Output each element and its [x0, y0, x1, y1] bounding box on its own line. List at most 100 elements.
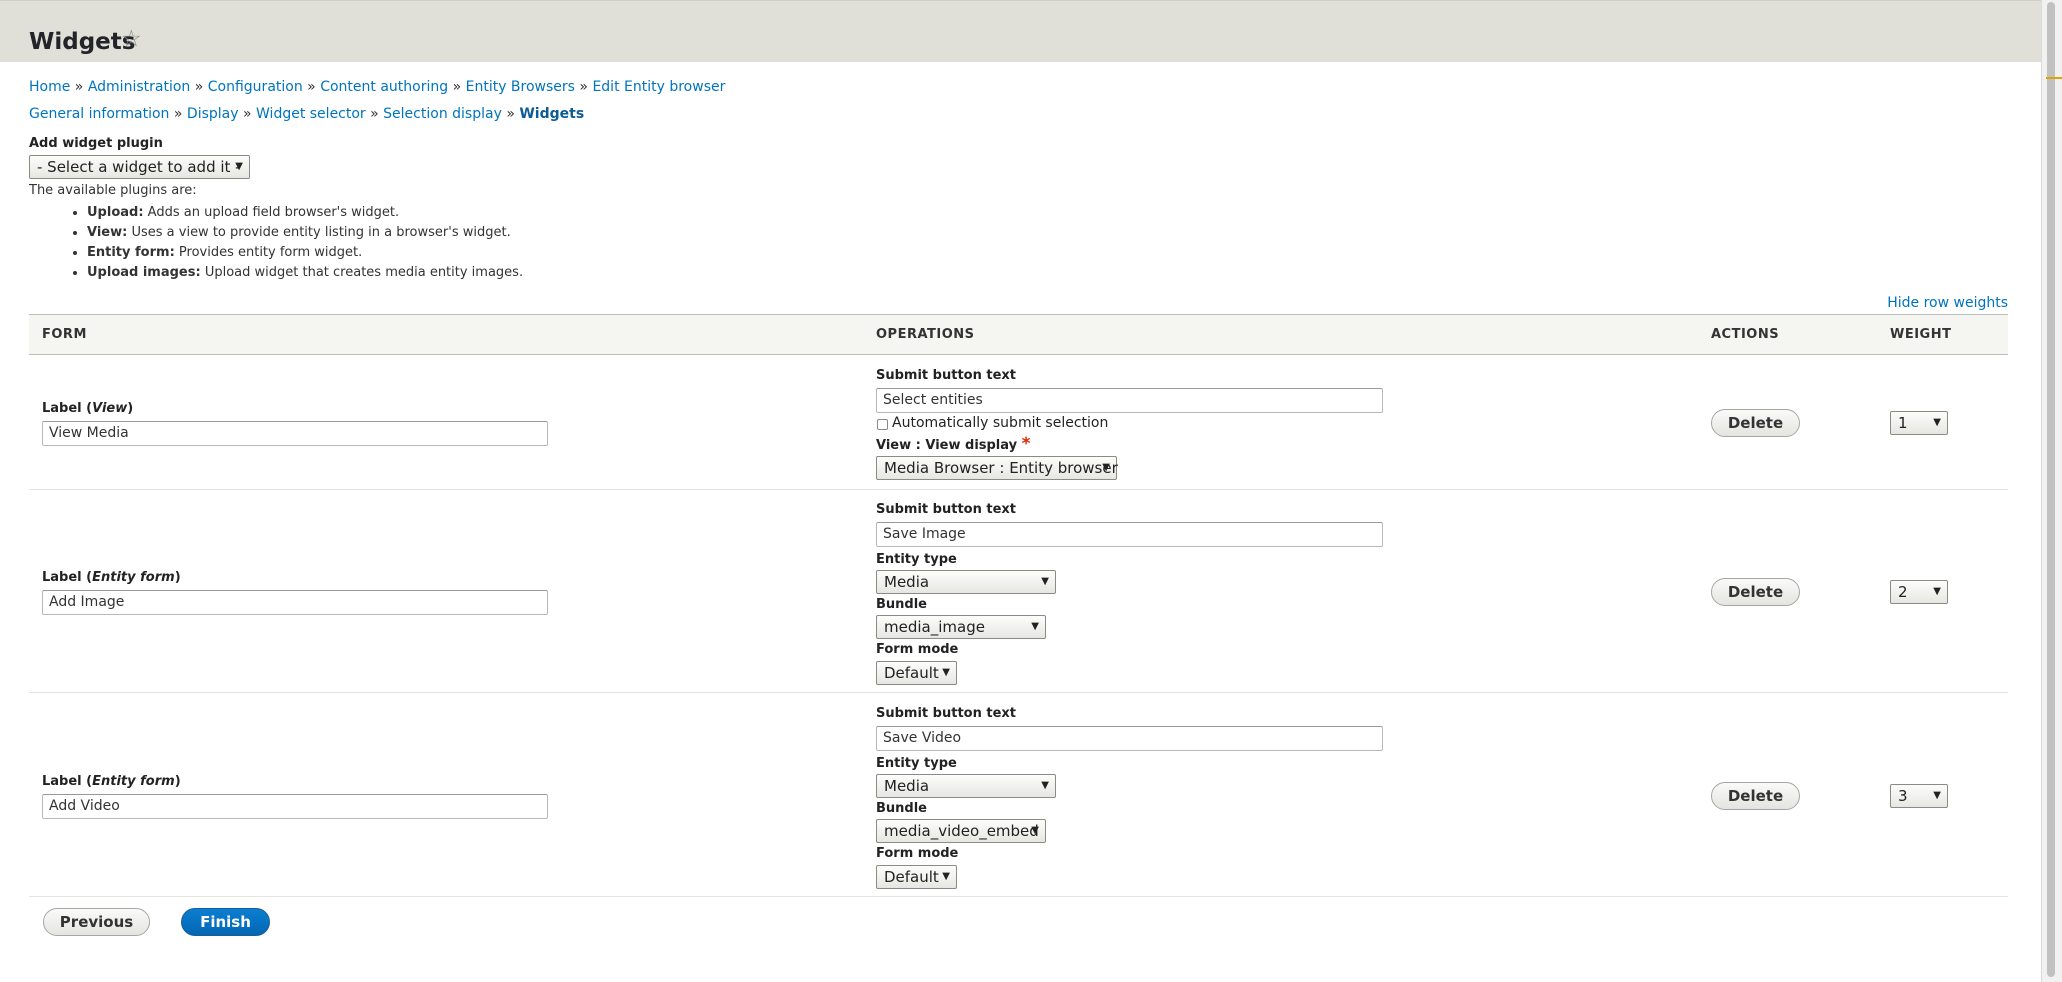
plugin-item: Upload: Adds an upload field browser's w… [87, 203, 523, 223]
plugin-desc: Adds an upload field browser's widget. [147, 205, 400, 220]
breadcrumb-content-authoring[interactable]: Content authoring [320, 79, 448, 95]
label-prefix: Label ( [42, 774, 93, 789]
dropdown-arrow-icon: ▼ [1933, 586, 1941, 597]
step-selection-display[interactable]: Selection display [383, 106, 502, 122]
form-mode-label: Form mode [876, 846, 959, 861]
label-suffix: ) [174, 570, 181, 585]
bundle-select[interactable]: media_video_embed ▼ [876, 819, 1046, 843]
row-divider [29, 896, 2008, 897]
entity-type-select-value: Media [884, 573, 930, 591]
add-widget-select[interactable]: - Select a widget to add it - ▼ [29, 155, 250, 179]
wizard-steps: General information » Display » Widget s… [29, 105, 584, 123]
hide-row-weights-link[interactable]: Hide row weights [1887, 295, 2008, 311]
delete-button[interactable]: Delete [1711, 578, 1800, 606]
plugin-item: Entity form: Provides entity form widget… [87, 243, 523, 263]
step-general-information[interactable]: General information [29, 106, 169, 122]
form-mode-select-value: Default [884, 664, 939, 682]
bundle-select-value: media_image [884, 618, 985, 636]
entity-type-select-value: Media [884, 777, 930, 795]
label-suffix: ) [174, 774, 181, 789]
weight-select[interactable]: 2 ▼ [1890, 580, 1948, 604]
step-separator: » [506, 106, 515, 122]
column-header-weight: WEIGHT [1890, 327, 1952, 342]
label-type: Entity form [92, 774, 175, 789]
bundle-select[interactable]: media_image ▼ [876, 615, 1046, 639]
dropdown-arrow-icon: ▼ [1041, 576, 1049, 587]
label-type: Entity form [92, 570, 175, 585]
previous-button[interactable]: Previous [43, 908, 150, 936]
label-input[interactable]: View Media [42, 421, 548, 446]
row-label-title: Label (View) [42, 401, 133, 417]
star-icon[interactable]: ☆ [121, 27, 145, 51]
column-header-form: FORM [42, 327, 87, 342]
breadcrumb-administration[interactable]: Administration [88, 79, 190, 95]
entity-type-select[interactable]: Media ▼ [876, 570, 1056, 594]
breadcrumb-separator: » [579, 79, 588, 95]
plugin-desc: Upload widget that creates media entity … [204, 265, 524, 280]
table-header: FORM OPERATIONS ACTIONS WEIGHT [29, 314, 2008, 355]
label-input[interactable]: Add Video [42, 794, 548, 819]
plugin-name: Entity form: [87, 245, 175, 260]
step-separator: » [173, 106, 183, 122]
dropdown-arrow-icon: ▼ [942, 871, 950, 882]
view-display-select-value: Media Browser : Entity browser [884, 459, 1118, 477]
column-header-actions: ACTIONS [1711, 327, 1780, 342]
auto-submit-label: Automatically submit selection [892, 415, 1109, 431]
submit-text-input[interactable]: Save Image [876, 522, 1383, 547]
plugin-desc: Uses a view to provide entity listing in… [131, 225, 511, 240]
weight-select[interactable]: 1 ▼ [1890, 411, 1948, 435]
entity-type-label: Entity type [876, 756, 957, 771]
dropdown-arrow-icon: ▼ [1933, 417, 1941, 428]
plugin-item: View: Uses a view to provide entity list… [87, 223, 523, 243]
breadcrumb-home[interactable]: Home [29, 79, 70, 95]
weight-select-value: 2 [1898, 583, 1908, 601]
dropdown-arrow-icon: ▼ [1031, 825, 1039, 836]
form-mode-select-value: Default [884, 868, 939, 886]
vertical-scrollbar[interactable] [2041, 0, 2062, 982]
weight-select-value: 1 [1898, 414, 1908, 432]
label-type: View [92, 401, 128, 416]
submit-text-label: Submit button text [876, 368, 1016, 383]
page-title: Widgets [29, 29, 136, 55]
bundle-select-value: media_video_embed [884, 822, 1039, 840]
dropdown-arrow-icon: ▼ [1031, 621, 1039, 632]
step-separator: » [242, 106, 252, 122]
submit-text-input[interactable]: Select entities [876, 388, 1383, 413]
row-label-title: Label (Entity form) [42, 570, 181, 586]
breadcrumb-edit-entity-browser[interactable]: Edit Entity browser [592, 79, 725, 95]
view-display-label-text: View : View display [876, 438, 1018, 453]
entity-type-select[interactable]: Media ▼ [876, 774, 1056, 798]
finish-button[interactable]: Finish [181, 908, 270, 936]
form-mode-select[interactable]: Default ▼ [876, 661, 957, 685]
label-prefix: Label ( [42, 570, 93, 585]
bundle-label: Bundle [876, 801, 927, 816]
submit-text-label: Submit button text [876, 502, 1016, 517]
step-widgets[interactable]: Widgets [519, 106, 584, 122]
auto-submit-checkbox[interactable] [877, 419, 888, 430]
delete-button[interactable]: Delete [1711, 409, 1800, 437]
label-input[interactable]: Add Image [42, 590, 548, 615]
entity-type-label: Entity type [876, 552, 957, 567]
plugin-name: Upload: [87, 205, 144, 220]
weight-select[interactable]: 3 ▼ [1890, 784, 1948, 808]
plugin-name: Upload images: [87, 265, 201, 280]
weight-select-value: 3 [1898, 787, 1908, 805]
delete-button[interactable]: Delete [1711, 782, 1800, 810]
plugin-desc: Provides entity form widget. [178, 245, 363, 260]
breadcrumb-separator: » [307, 79, 316, 95]
view-display-select[interactable]: Media Browser : Entity browser ▼ [876, 456, 1118, 480]
row-divider [29, 489, 2008, 490]
submit-text-input[interactable]: Save Video [876, 726, 1383, 751]
view-display-label: View : View display * [876, 436, 1031, 454]
step-widget-selector[interactable]: Widget selector [256, 106, 366, 122]
step-display[interactable]: Display [187, 106, 239, 122]
breadcrumb: Home » Administration » Configuration » … [29, 78, 725, 96]
scrollbar-thumb[interactable] [2047, 2, 2055, 977]
breadcrumb-separator: » [452, 79, 462, 95]
breadcrumb-configuration[interactable]: Configuration [208, 79, 303, 95]
plugins-list: Upload: Adds an upload field browser's w… [57, 203, 523, 283]
plugin-item: Upload images: Upload widget that create… [87, 263, 523, 283]
breadcrumb-entity-browsers[interactable]: Entity Browsers [466, 79, 575, 95]
plugins-description: The available plugins are: [29, 183, 197, 198]
form-mode-select[interactable]: Default ▼ [876, 865, 957, 889]
